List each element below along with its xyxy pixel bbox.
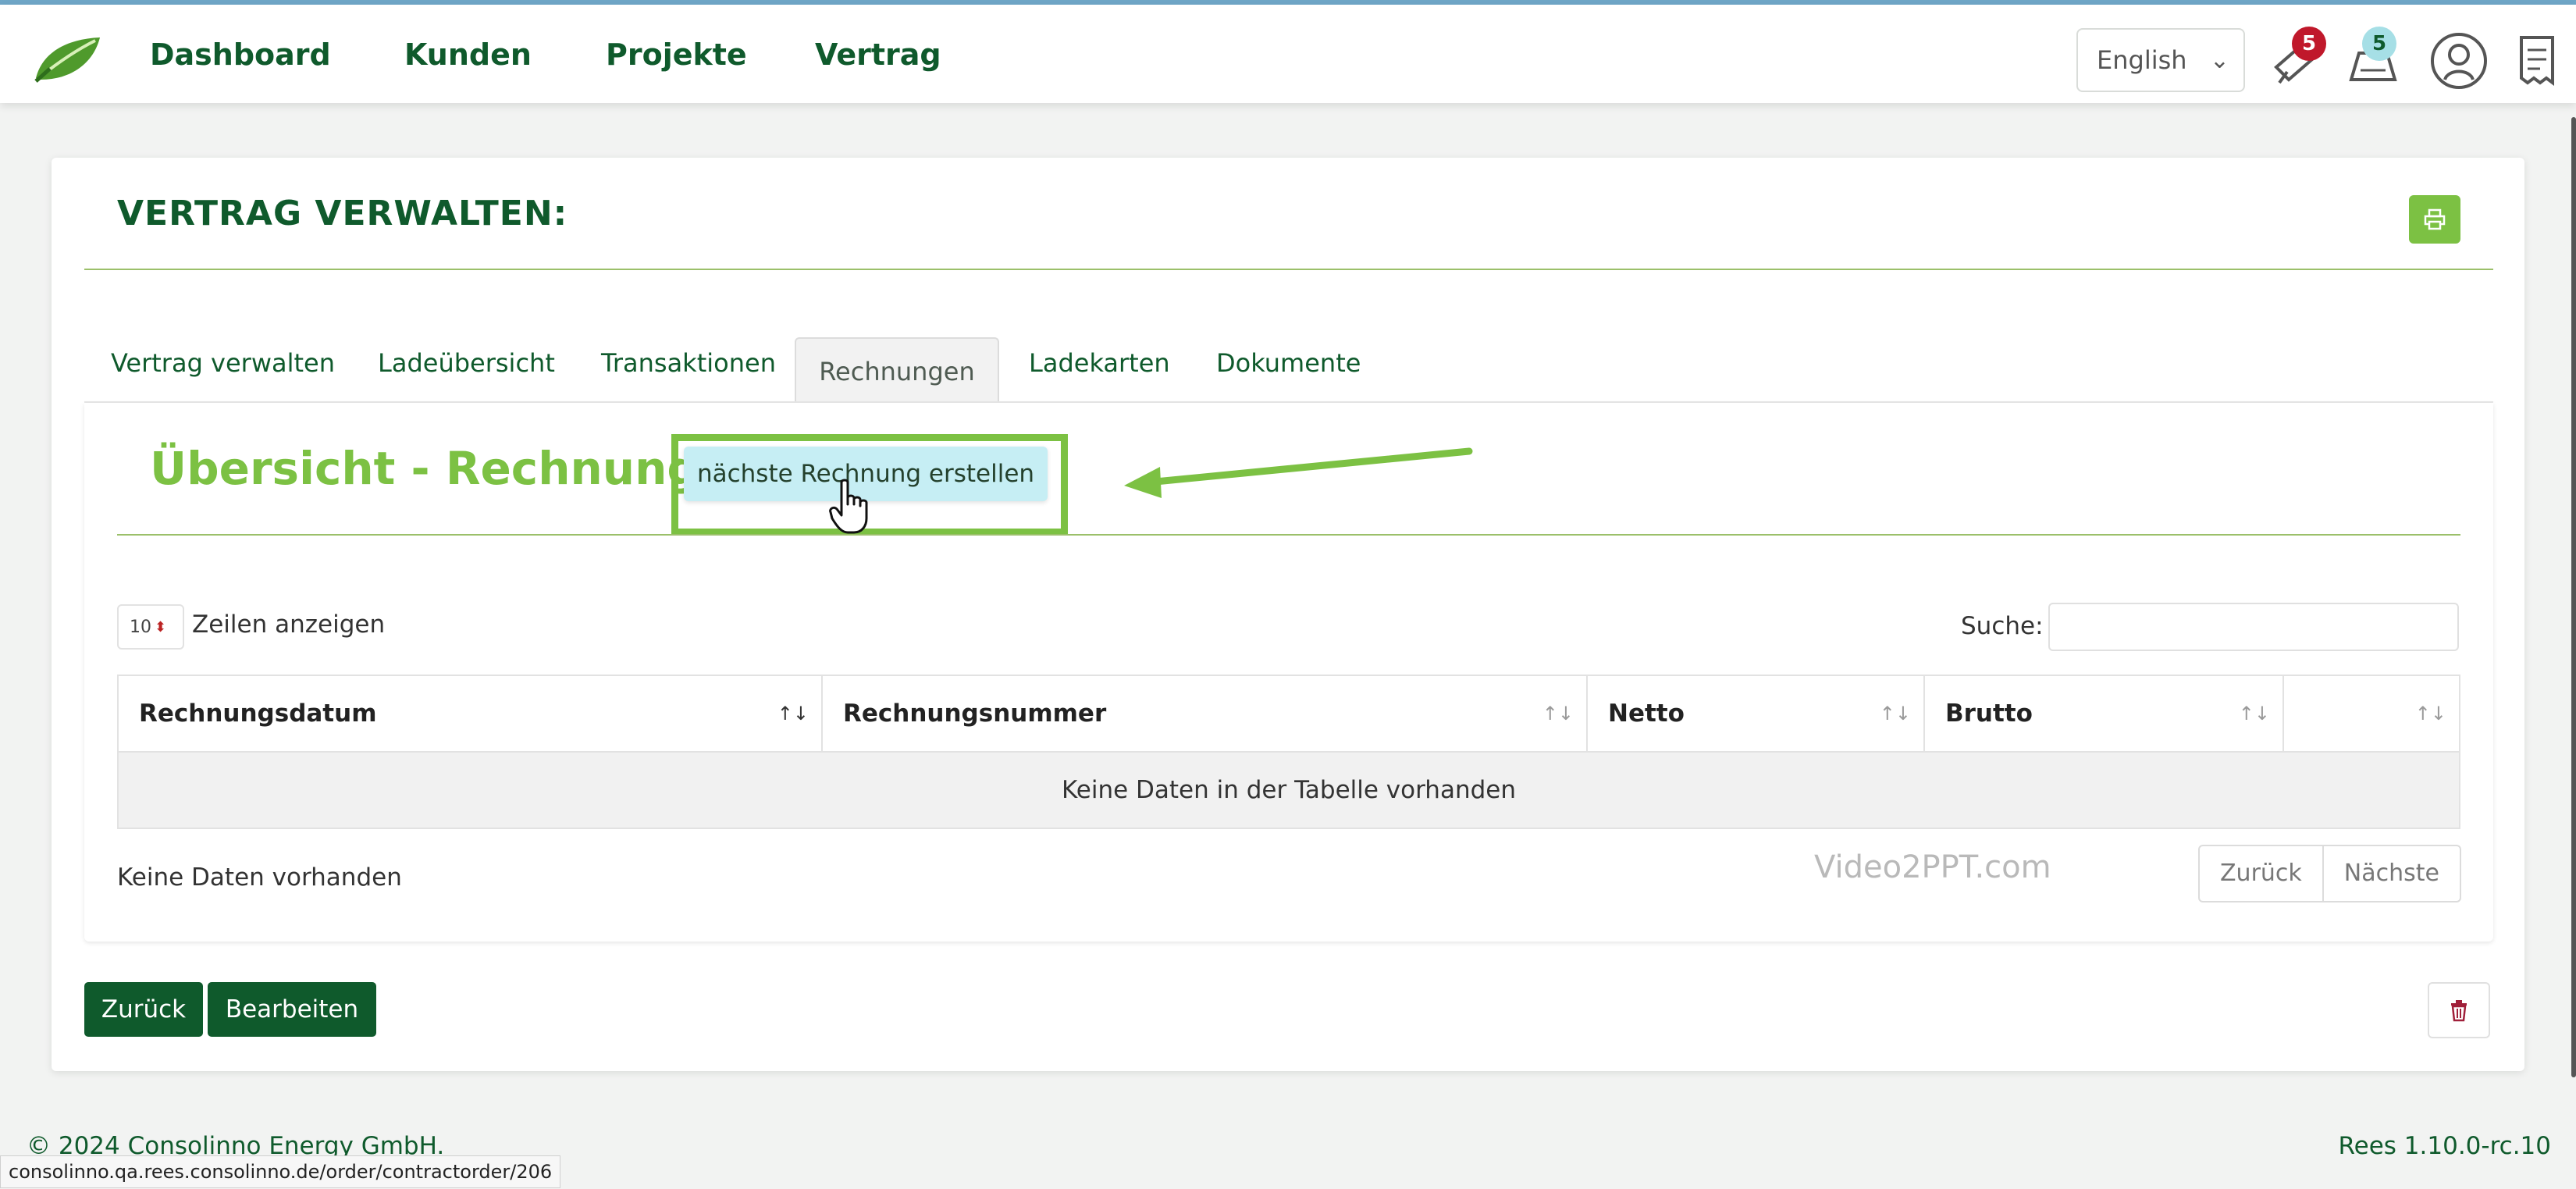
tab-rechnungen[interactable]: Rechnungen — [795, 337, 999, 403]
arrow-annotation-icon — [1124, 447, 1473, 498]
pagination-next-button[interactable]: Nächste — [2322, 846, 2460, 901]
tab-ladekarten[interactable]: Ladekarten — [1029, 348, 1170, 378]
table-info: Keine Daten vorhanden — [117, 863, 402, 892]
sort-icon: ↑↓ — [2414, 703, 2446, 724]
page-length-value: 10 — [130, 617, 151, 637]
top-navbar: Dashboard Kunden Projekte Vertrag Englis… — [0, 5, 2576, 103]
tab-ladeuebersicht[interactable]: Ladeübersicht — [378, 348, 555, 378]
notifications-button[interactable]: 5 — [2268, 27, 2328, 91]
sort-arrows-icon: ⬍ — [155, 618, 167, 635]
printer-icon — [2424, 208, 2446, 230]
pagination-prev-button[interactable]: Zurück — [2200, 846, 2322, 901]
nav-item-dashboard[interactable]: Dashboard — [150, 37, 331, 72]
receipt-icon — [2520, 36, 2554, 86]
sort-icon: ↑↓ — [1879, 703, 1911, 724]
messages-badge: 5 — [2362, 27, 2396, 61]
tab-vertrag-verwalten[interactable]: Vertrag verwalten — [111, 348, 335, 378]
tab-dokumente[interactable]: Dokumente — [1216, 348, 1361, 378]
column-header-rechnungsdatum[interactable]: Rechnungsdatum ↑↓ — [119, 676, 823, 751]
watermark-text: Video2PPT.com — [1814, 849, 2051, 885]
column-header-netto[interactable]: Netto ↑↓ — [1588, 676, 1925, 751]
column-header-label: Rechnungsdatum — [139, 700, 377, 728]
status-bar-url: consolinno.qa.rees.consolinno.de/order/c… — [0, 1155, 561, 1188]
nav-item-kunden[interactable]: Kunden — [404, 37, 532, 72]
edit-button[interactable]: Bearbeiten — [208, 982, 376, 1037]
chevron-down-icon: ⌄ — [2209, 47, 2229, 74]
page-scrollbar[interactable] — [2571, 117, 2576, 1077]
pagination: Zurück Nächste — [2198, 845, 2461, 902]
section-title: Übersicht - Rechnungen — [150, 442, 763, 495]
column-header-rechnungsnummer[interactable]: Rechnungsnummer ↑↓ — [823, 676, 1588, 751]
section-divider — [117, 534, 2460, 536]
receipt-button[interactable] — [2507, 31, 2567, 91]
user-menu-button[interactable] — [2429, 31, 2489, 91]
title-divider — [84, 269, 2493, 270]
column-header-label: Brutto — [1945, 700, 2033, 728]
column-header-label: Rechnungsnummer — [843, 700, 1107, 728]
leaf-logo-icon[interactable] — [33, 34, 103, 83]
search-input[interactable] — [2048, 603, 2459, 651]
messages-button[interactable]: 5 — [2343, 27, 2403, 91]
page-length-select[interactable]: 10 ⬍ — [117, 604, 184, 650]
column-header-brutto[interactable]: Brutto ↑↓ — [1925, 676, 2284, 751]
print-button[interactable] — [2409, 195, 2460, 244]
delete-button[interactable] — [2428, 982, 2490, 1038]
table-header: Rechnungsdatum ↑↓ Rechnungsnummer ↑↓ Net… — [117, 675, 2460, 753]
column-header-label: Netto — [1608, 700, 1685, 728]
search-label: Suche: — [1961, 612, 2044, 640]
page-title: VERTRAG VERWALTEN: — [117, 194, 568, 233]
sort-icon: ↑↓ — [1542, 703, 1574, 724]
footer-version: Rees 1.10.0-rc.10 — [2338, 1132, 2552, 1160]
hand-cursor-icon — [829, 479, 868, 534]
trash-icon — [2451, 1000, 2467, 1022]
nav-item-vertrag[interactable]: Vertrag — [815, 37, 941, 72]
language-select-value: English — [2097, 45, 2187, 75]
notifications-badge: 5 — [2292, 27, 2326, 61]
invoices-table: Rechnungsdatum ↑↓ Rechnungsnummer ↑↓ Net… — [117, 675, 2460, 829]
table-empty-row: Keine Daten in der Tabelle vorhanden — [117, 753, 2460, 829]
sort-icon: ↑↓ — [2238, 703, 2270, 724]
nav-item-projekte[interactable]: Projekte — [606, 37, 747, 72]
user-avatar-icon — [2431, 33, 2487, 89]
tab-transaktionen[interactable]: Transaktionen — [601, 348, 776, 378]
column-header-actions[interactable]: ↑↓ — [2284, 676, 2459, 751]
sort-icon: ↑↓ — [777, 703, 809, 724]
page-length-label: Zeilen anzeigen — [192, 611, 386, 639]
back-button[interactable]: Zurück — [84, 982, 203, 1037]
language-select[interactable]: English ⌄ — [2076, 28, 2245, 92]
